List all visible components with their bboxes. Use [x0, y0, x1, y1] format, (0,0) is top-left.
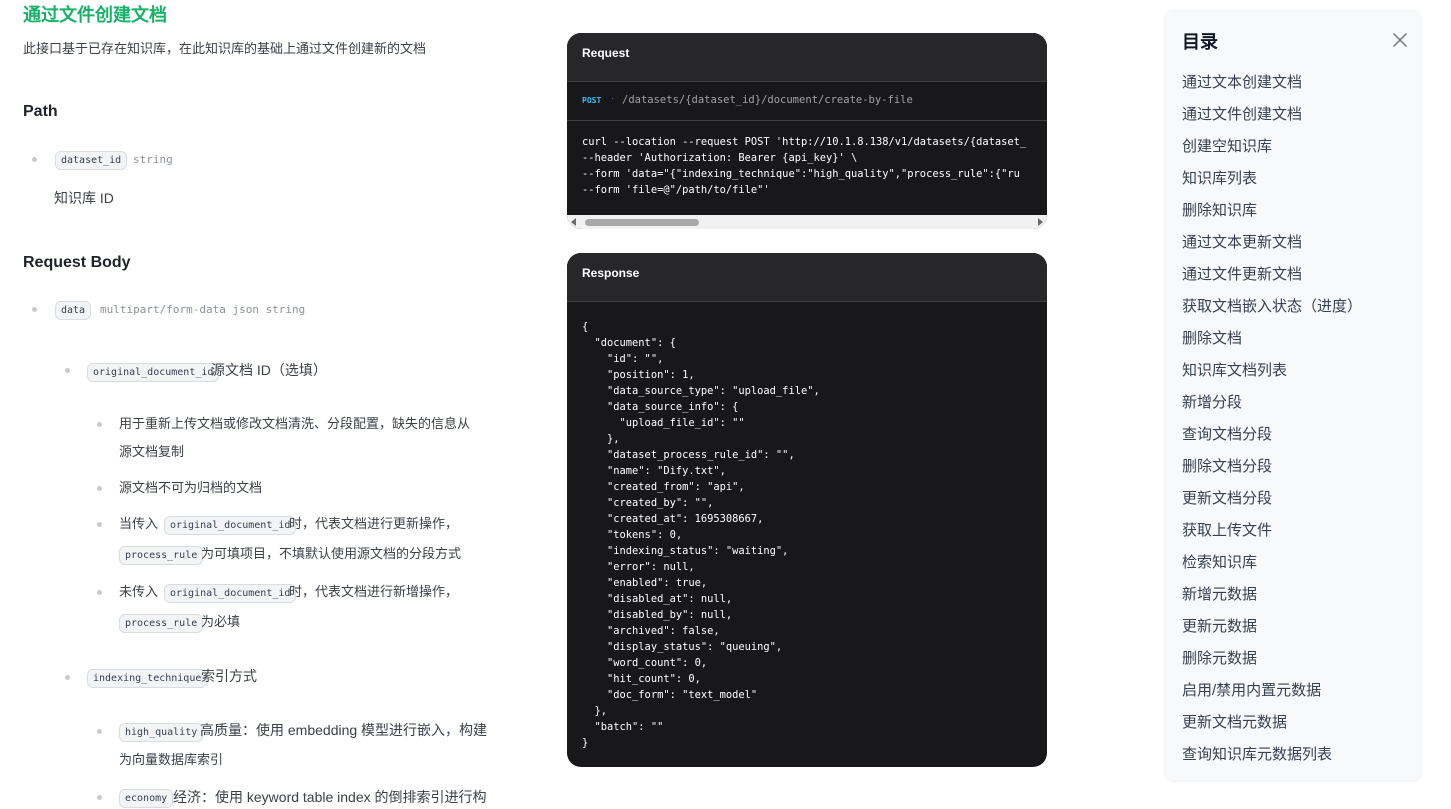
toc-item[interactable]: 通过文件创建文档: [1182, 103, 1302, 124]
toc-item[interactable]: 删除文档: [1182, 327, 1242, 348]
toc-item[interactable]: 通过文本创建文档: [1182, 71, 1302, 92]
bullet: [32, 157, 37, 162]
toc-item[interactable]: 更新元数据: [1182, 615, 1257, 636]
page-description: 此接口基于已存在知识库，在此知识库的基础上通过文件创建新的文档: [23, 41, 427, 56]
path-heading: Path: [23, 103, 58, 120]
table-of-contents: 目录 通过文本创建文档 通过文件创建文档 创建空知识库 知识库列表删除知识库通过文本更…: [1165, 10, 1421, 780]
note-text: 高质量：使用 embedding 模型进行嵌入，构建: [200, 722, 488, 738]
param-type: string: [133, 153, 173, 166]
original-document-id-chip: original_document_id: [87, 363, 220, 382]
toc-item[interactable]: 删除元数据: [1182, 647, 1257, 668]
endpoint-bar: POST · /datasets/{dataset_id}/document/c…: [567, 82, 1047, 121]
note-line: 源文档不可为归档的文档: [119, 480, 263, 495]
http-method-badge: POST: [582, 96, 602, 105]
original-document-id-chip: original_document_id: [164, 516, 297, 535]
original-document-id-label: 源文档 ID（选填）: [211, 362, 327, 378]
toc-item[interactable]: 启用/禁用内置元数据: [1182, 679, 1321, 700]
note-text: 为可填项目，不填默认使用源文档的分段方式: [201, 546, 462, 561]
note-text: 经济：使用 keyword table index 的倒排索引进行构: [173, 789, 487, 805]
toc-item[interactable]: 获取上传文件: [1182, 519, 1272, 540]
close-icon[interactable]: [1390, 30, 1410, 50]
bullet: [97, 486, 102, 491]
toc-item[interactable]: 更新文档元数据: [1182, 711, 1287, 732]
bullet: [97, 422, 102, 427]
response-code: { "document": { "id": "", "position": 1,…: [582, 321, 820, 749]
bullet: [32, 307, 37, 312]
toc-item[interactable]: 更新文档分段: [1182, 487, 1272, 508]
toc-item[interactable]: 创建空知识库: [1182, 135, 1272, 156]
request-panel: Request POST · /datasets/{dataset_id}/do…: [567, 33, 1047, 229]
toc-item[interactable]: 删除文档分段: [1182, 455, 1272, 476]
toc-item[interactable]: 检索知识库: [1182, 551, 1257, 572]
param-description: 知识库 ID: [54, 190, 114, 206]
request-code: curl --location --request POST 'http://1…: [582, 136, 1027, 196]
toc-item[interactable]: 新增元数据: [1182, 583, 1257, 604]
endpoint-path: /datasets/{dataset_id}/document/create-b…: [622, 94, 913, 106]
toc-item[interactable]: 新增分段: [1182, 391, 1242, 412]
high-quality-chip: high_quality: [119, 723, 204, 742]
page-title: 通过文件创建文档: [23, 5, 167, 25]
original-document-id-chip: original_document_id: [164, 584, 297, 603]
note-text: 未传入: [119, 584, 159, 599]
note-line: 用于重新上传文档或修改文档清洗、分段配置，缺失的信息从: [119, 416, 471, 431]
request-panel-title: Request: [582, 46, 630, 60]
bullet: [65, 368, 70, 373]
horizontal-scrollbar[interactable]: [567, 215, 1047, 229]
toc-item[interactable]: 通过文件更新文档: [1182, 263, 1302, 284]
scrollbar-thumb[interactable]: [585, 219, 699, 226]
note-line: 源文档复制: [119, 444, 185, 459]
toc-title: 目录: [1182, 32, 1218, 52]
param-name-chip: dataset_id: [55, 151, 128, 170]
process-rule-chip: process_rule: [119, 546, 204, 565]
note-text: 时，代表文档进行新增操作，: [289, 584, 459, 599]
toc-item[interactable]: 查询知识库元数据列表: [1182, 743, 1332, 764]
bullet: [97, 522, 102, 527]
toc-item[interactable]: 知识库列表: [1182, 167, 1257, 188]
scroll-right-icon[interactable]: [1038, 218, 1043, 226]
separator: ·: [611, 93, 615, 104]
request-body-heading: Request Body: [23, 254, 131, 271]
toc-item[interactable]: 删除知识库: [1182, 199, 1257, 220]
response-panel-title: Response: [582, 266, 640, 280]
indexing-technique-label: 索引方式: [201, 668, 257, 684]
note-text: 时，代表文档进行更新操作，: [289, 516, 459, 531]
response-panel-header: Response: [567, 253, 1047, 302]
bullet: [97, 795, 102, 800]
toc-item[interactable]: 知识库文档列表: [1182, 359, 1287, 380]
toc-item[interactable]: 查询文档分段: [1182, 423, 1272, 444]
response-panel: Response { "document": { "id": "", "posi…: [567, 253, 1047, 767]
economy-chip: economy: [119, 789, 174, 808]
indexing-technique-chip: indexing_technique: [87, 669, 208, 688]
bullet: [97, 729, 102, 734]
bullet: [65, 675, 70, 680]
data-type: multipart/form-data json string: [100, 303, 306, 316]
scroll-left-icon[interactable]: [571, 218, 576, 226]
toc-item[interactable]: 获取文档嵌入状态（进度）: [1182, 295, 1362, 316]
toc-item[interactable]: 通过文本更新文档: [1182, 231, 1302, 252]
note-text: 为必填: [201, 614, 241, 629]
request-panel-header: Request: [567, 33, 1047, 82]
data-chip: data: [55, 301, 92, 320]
note-text: 当传入: [119, 516, 159, 531]
note-text: 为向量数据库索引: [119, 752, 224, 767]
process-rule-chip: process_rule: [119, 614, 204, 633]
bullet: [97, 590, 102, 595]
